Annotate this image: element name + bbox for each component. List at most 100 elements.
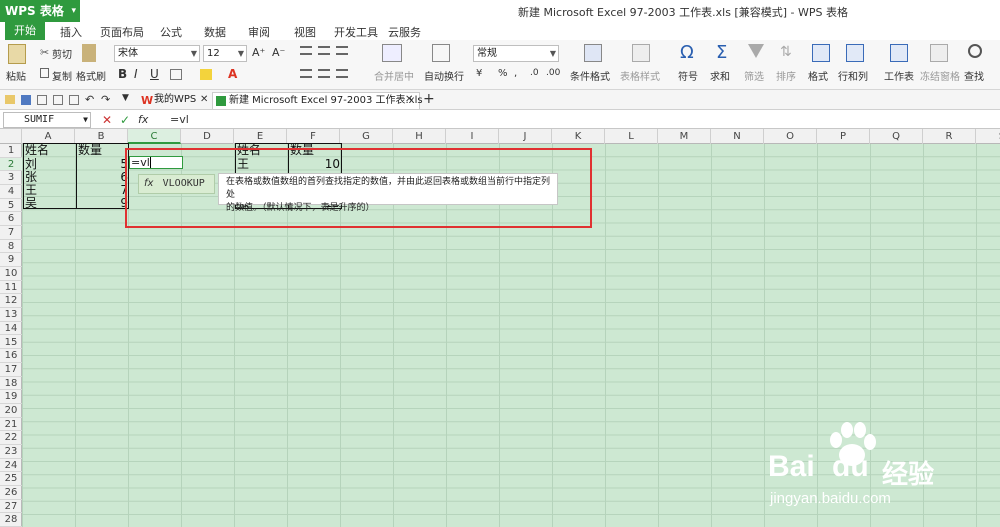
column-header-l[interactable]: L [605, 129, 658, 144]
row-header-11[interactable]: 11 [0, 281, 22, 295]
row-header-15[interactable]: 15 [0, 336, 22, 350]
column-header-n[interactable]: N [711, 129, 764, 144]
formula-input[interactable]: =vl [170, 113, 189, 126]
row-header-10[interactable]: 10 [0, 267, 22, 281]
row-header-4[interactable]: 4 [0, 185, 22, 199]
open-folder-icon[interactable] [5, 95, 15, 104]
row-header-6[interactable]: 6 [0, 212, 22, 227]
tab-insert[interactable]: 插入 [60, 24, 82, 40]
sort-button[interactable]: 排序 [776, 68, 796, 83]
currency-button[interactable]: ¥ [476, 68, 482, 79]
save-icon[interactable] [21, 95, 31, 105]
scissors-icon[interactable]: ✂ [40, 46, 49, 59]
column-header-j[interactable]: J [499, 129, 552, 144]
wrap-text-button[interactable]: 自动换行 [424, 68, 464, 83]
sum-icon[interactable]: Σ [716, 42, 727, 63]
worksheet-button[interactable]: 工作表 [884, 68, 914, 83]
column-header-e[interactable]: E [234, 129, 287, 144]
paste-button[interactable]: 粘贴 [6, 68, 26, 83]
cell-b5[interactable]: 9 [100, 196, 128, 210]
row-column-button[interactable]: 行和列 [838, 68, 868, 83]
cell-a5[interactable]: 吴 [25, 196, 37, 210]
find-button[interactable]: 查找 [964, 68, 984, 83]
column-header-b[interactable]: B [75, 129, 128, 144]
tab-view[interactable]: 视图 [294, 24, 316, 40]
align-right-icon[interactable] [336, 69, 348, 78]
thousands-button[interactable]: , [514, 68, 517, 79]
column-header-h[interactable]: H [393, 129, 446, 144]
format-painter-button[interactable]: 格式刷 [76, 68, 106, 83]
row-header-1[interactable]: 1 [0, 144, 22, 158]
row-header-27[interactable]: 27 [0, 500, 22, 514]
grow-font-button[interactable]: A⁺ [252, 46, 265, 59]
increase-decimal-button[interactable]: .0 [530, 68, 539, 78]
cell-b4[interactable]: 7 [100, 183, 128, 197]
row-header-13[interactable]: 13 [0, 308, 22, 322]
row-header-18[interactable]: 18 [0, 377, 22, 391]
close-tab-icon[interactable]: ✕ [200, 94, 208, 105]
column-header-i[interactable]: I [446, 129, 499, 144]
column-header-o[interactable]: O [764, 129, 817, 144]
underline-button[interactable]: U [150, 67, 159, 81]
row-header-22[interactable]: 22 [0, 431, 22, 445]
undo-icon[interactable]: ↶ [85, 93, 94, 106]
font-color-icon[interactable]: A [228, 67, 237, 81]
cell-a1[interactable]: 姓名 [25, 143, 49, 157]
column-header-s[interactable]: S [976, 129, 1000, 144]
symbol-button[interactable]: 符号 [678, 68, 698, 83]
sort-icon[interactable]: ⇅ [780, 44, 792, 60]
decrease-decimal-button[interactable]: .00 [546, 68, 560, 78]
copy-icon[interactable] [40, 68, 49, 78]
cancel-formula-button[interactable]: ✕ [102, 113, 112, 127]
print-preview-icon[interactable] [69, 95, 79, 105]
row-header-5[interactable]: 5 [0, 199, 22, 213]
column-header-d[interactable]: D [181, 129, 234, 144]
tab-home[interactable]: 开始 [5, 22, 45, 40]
table-style-button[interactable]: 表格样式 [620, 68, 660, 83]
cell-a4[interactable]: 王 [25, 183, 37, 197]
column-header-f[interactable]: F [287, 129, 340, 144]
align-center-icon[interactable] [318, 69, 330, 78]
tab-data[interactable]: 数据 [204, 24, 226, 40]
insert-function-button[interactable]: fx [138, 113, 148, 126]
tab-developer[interactable]: 开发工具 [334, 24, 378, 40]
redo-icon[interactable]: ↷ [101, 93, 110, 106]
conditional-format-icon[interactable] [584, 44, 602, 62]
row-header-26[interactable]: 26 [0, 486, 22, 500]
table-style-icon[interactable] [632, 44, 650, 62]
freeze-panes-button[interactable]: 冻结窗格 [920, 68, 960, 83]
merge-center-button[interactable]: 合并居中 [374, 68, 414, 83]
wrap-text-icon[interactable] [432, 44, 450, 62]
row-header-2[interactable]: 2 [0, 157, 22, 172]
align-bottom-icon[interactable] [336, 46, 348, 55]
column-header-p[interactable]: P [817, 129, 870, 144]
row-header-9[interactable]: 9 [0, 253, 22, 268]
fill-color-icon[interactable] [200, 69, 212, 80]
merge-icon[interactable] [382, 44, 402, 62]
worksheet-icon[interactable] [890, 44, 908, 62]
new-tab-button[interactable]: + [423, 91, 435, 107]
tab-workbook[interactable]: 新建 Microsoft Excel 97-2003 工作表.xls [212, 92, 423, 109]
cell-b1[interactable]: 数量 [78, 143, 102, 157]
row-header-24[interactable]: 24 [0, 459, 22, 473]
row-header-20[interactable]: 20 [0, 404, 22, 418]
copy-button[interactable]: 复制 [52, 68, 72, 83]
row-header-17[interactable]: 17 [0, 363, 22, 377]
row-header-3[interactable]: 3 [0, 171, 22, 186]
tab-page-layout[interactable]: 页面布局 [100, 24, 144, 40]
column-header-m[interactable]: M [658, 129, 711, 144]
paste-icon[interactable] [8, 44, 26, 64]
qat-dropdown-icon[interactable]: ▼ [122, 93, 129, 103]
align-left-icon[interactable] [300, 69, 312, 78]
cut-button[interactable]: 剪切 [52, 46, 72, 61]
row-header-25[interactable]: 25 [0, 472, 22, 486]
print-icon[interactable] [53, 95, 63, 105]
cell-b2[interactable]: 5 [100, 157, 128, 171]
filter-icon[interactable] [748, 44, 764, 58]
conditional-format-button[interactable]: 条件格式 [570, 68, 610, 83]
column-header-c[interactable]: C [128, 129, 181, 144]
export-pdf-icon[interactable] [37, 95, 47, 105]
tab-review[interactable]: 审阅 [248, 24, 270, 40]
font-family-select[interactable]: 宋体 ▼ [114, 45, 200, 62]
font-size-select[interactable]: 12 ▼ [203, 45, 247, 62]
